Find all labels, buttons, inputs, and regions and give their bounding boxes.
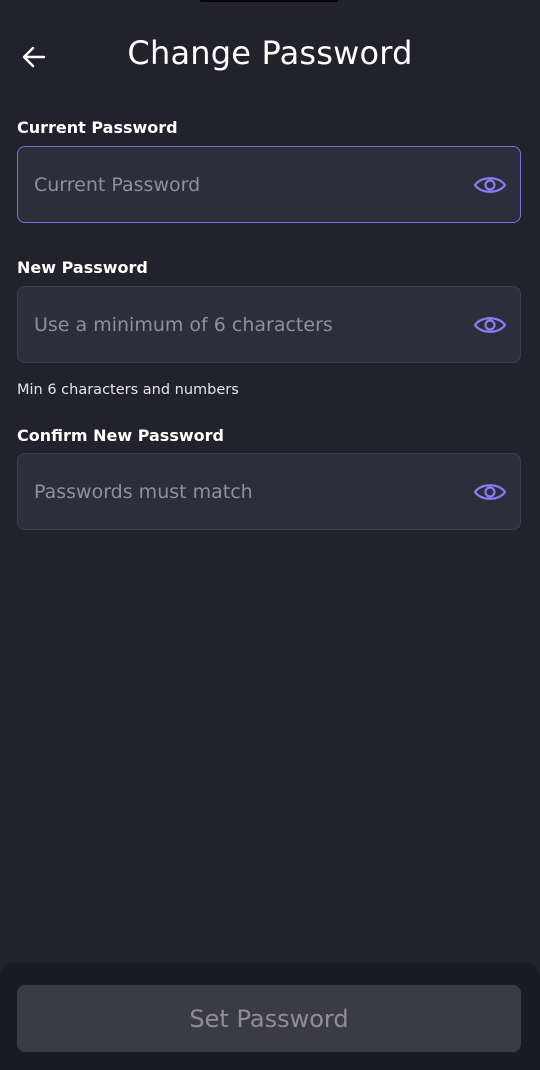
set-password-button[interactable]: Set Password (17, 985, 521, 1052)
eye-icon (473, 316, 507, 333)
new-password-label: New Password (17, 258, 148, 277)
eye-icon (473, 483, 507, 500)
show-confirm-password-toggle[interactable] (472, 474, 508, 510)
device-notch (200, 0, 338, 2)
new-password-hint: Min 6 characters and numbers (17, 382, 239, 398)
confirm-password-input[interactable] (34, 454, 464, 529)
current-password-input[interactable] (34, 147, 464, 222)
eye-icon (473, 176, 507, 193)
new-password-field[interactable] (17, 286, 521, 363)
bottom-action-bar: Set Password (0, 963, 540, 1070)
confirm-password-field[interactable] (17, 453, 521, 530)
current-password-field[interactable] (17, 146, 521, 223)
app-header: Change Password (0, 22, 540, 90)
page-title: Change Password (127, 34, 413, 72)
confirm-password-label: Confirm New Password (17, 426, 224, 445)
current-password-label: Current Password (17, 118, 178, 137)
show-current-password-toggle[interactable] (472, 167, 508, 203)
show-new-password-toggle[interactable] (472, 307, 508, 343)
new-password-input[interactable] (34, 287, 464, 362)
